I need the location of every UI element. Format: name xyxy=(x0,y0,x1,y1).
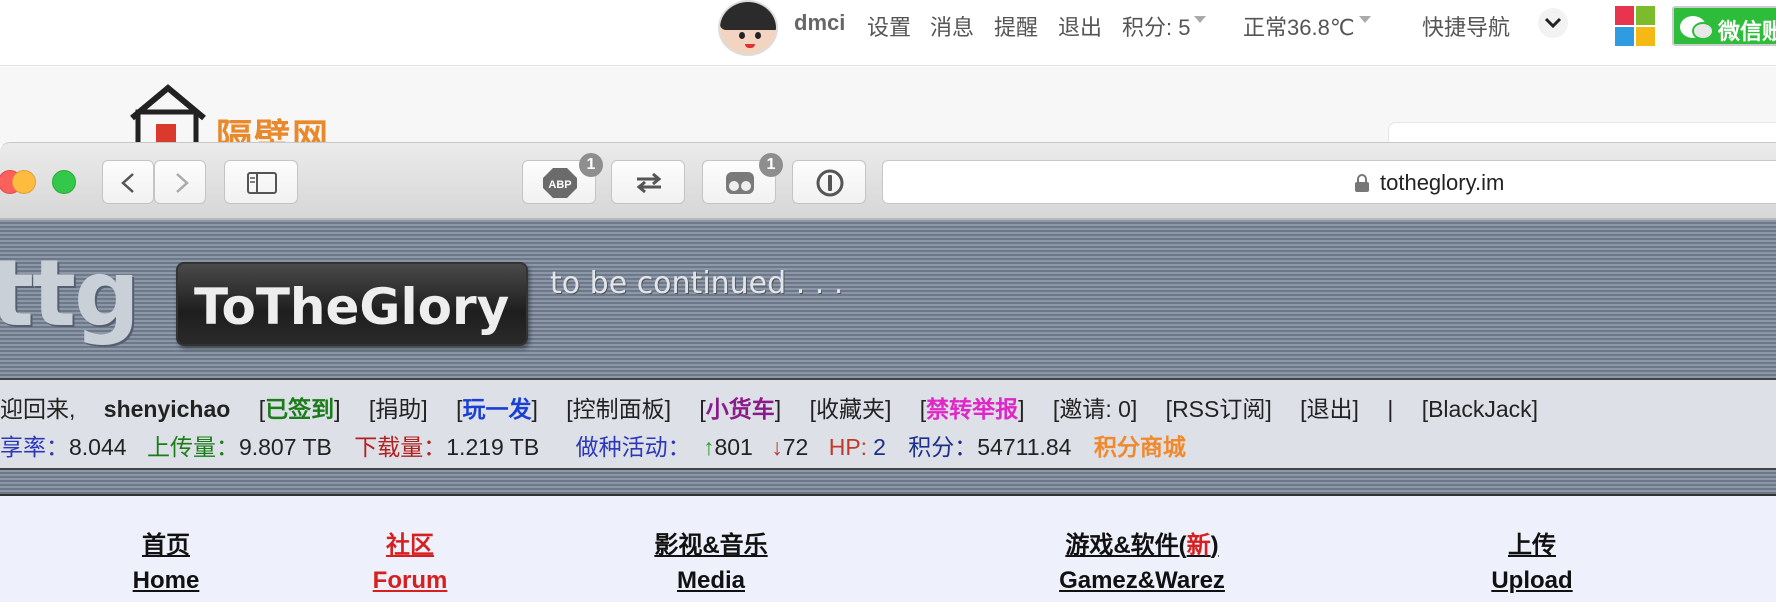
adblock-count-badge: 1 xyxy=(579,153,603,177)
user-links-row: 迎回来, shenyichao [已签到] [捐助] [玩一发] [控制面板] … xyxy=(0,390,1538,424)
sidebar-icon xyxy=(247,172,277,194)
nav-media-en: Media xyxy=(676,567,745,594)
play-link[interactable]: [玩一发] xyxy=(456,390,538,424)
ttg-logo-letters[interactable]: ttg xyxy=(0,244,138,348)
dropdown-arrow-icon xyxy=(1194,16,1207,23)
nav-forum-cn: 社区 xyxy=(385,532,434,559)
windows-logo-icon[interactable] xyxy=(1615,6,1655,46)
outer-site-logo-text: 隔壁网 xyxy=(216,116,331,146)
hp-value: 2 xyxy=(873,434,886,460)
forward-button[interactable] xyxy=(154,160,206,204)
nav-forum[interactable]: 社区 Forum xyxy=(373,528,448,598)
seeding-down-arrow-icon: ↓ xyxy=(771,434,783,460)
banner-bottom-stripe xyxy=(0,470,1776,496)
signed-in-link[interactable]: [已签到] xyxy=(259,390,341,424)
status-label: 正常36.8℃ xyxy=(1243,15,1355,40)
new-badge: 新 xyxy=(1186,532,1211,559)
address-bar[interactable]: totheglory.im xyxy=(882,160,1776,204)
minimize-window-button[interactable] xyxy=(12,170,36,194)
site-logo-text: ToTheGlory xyxy=(194,278,510,336)
wechat-label: 微信账 xyxy=(1718,19,1776,44)
status-dropdown[interactable]: 正常36.8℃ xyxy=(1243,10,1371,42)
current-username[interactable]: shenyichao xyxy=(104,396,231,423)
favorites-link[interactable]: [收藏夹] xyxy=(810,390,892,424)
logout-link[interactable]: 退出 xyxy=(1058,10,1102,42)
messages-link[interactable]: 消息 xyxy=(930,10,974,42)
site-tagline: to be continued . . . xyxy=(550,266,844,301)
nav-media-cn: 影视&音乐 xyxy=(654,532,768,559)
nav-gamez-cn: 游戏&软件(新) xyxy=(1065,532,1219,559)
user-avatar[interactable] xyxy=(718,0,778,56)
points-label: 积分: 5 xyxy=(1122,15,1191,40)
back-button[interactable] xyxy=(102,160,154,204)
nav-home-en: Home xyxy=(132,567,200,594)
chevron-down-icon[interactable] xyxy=(1538,8,1568,38)
username-link[interactable]: dmci xyxy=(794,10,845,36)
house-logo-icon xyxy=(130,84,206,144)
download-value: 1.219 TB xyxy=(446,434,540,460)
seeding-down-count[interactable]: 72 xyxy=(783,434,809,461)
nav-media[interactable]: 影视&音乐 Media xyxy=(654,528,767,598)
chevron-left-icon xyxy=(121,173,134,193)
dropdown-arrow-icon xyxy=(1358,16,1371,23)
maximize-window-button[interactable] xyxy=(52,170,76,194)
ghost-icon xyxy=(726,172,754,194)
logout-link-info[interactable]: [退出] xyxy=(1300,390,1359,424)
cart-link[interactable]: [小货车] xyxy=(699,390,781,424)
control-panel-link[interactable]: [控制面板] xyxy=(566,390,671,424)
donate-link[interactable]: [捐助] xyxy=(369,390,428,424)
invites-link[interactable]: [邀请: 0] xyxy=(1053,390,1137,424)
ratio-value: 8.044 xyxy=(69,434,127,460)
separator: | xyxy=(1387,396,1394,422)
nav-upload[interactable]: 上传 Upload xyxy=(1491,528,1572,598)
settings-link[interactable]: 设置 xyxy=(867,10,911,42)
seeding-up-count[interactable]: 801 xyxy=(714,434,752,461)
seeding-label: 做种活动： xyxy=(575,434,691,460)
adblock-octagon-icon: ABP xyxy=(543,168,577,198)
points-dropdown[interactable]: 积分: 5 xyxy=(1122,10,1207,42)
rss-link[interactable]: [RSS订阅] xyxy=(1166,390,1272,424)
ratio-label: 享率： xyxy=(0,434,69,460)
reminders-link[interactable]: 提醒 xyxy=(994,10,1038,42)
swap-arrows-icon xyxy=(636,172,662,194)
points-shop-link[interactable]: 积分商城 xyxy=(1094,428,1186,462)
hp-label: HP: xyxy=(828,434,868,460)
user-stats-row: 享率：8.044 上传量：9.807 TB 下载量：1.219 TB 做种活动：… xyxy=(0,428,1186,462)
lock-icon xyxy=(1355,174,1369,192)
nav-upload-cn: 上传 xyxy=(1507,532,1556,559)
report-link[interactable]: [禁转举报] xyxy=(920,390,1025,424)
nav-home-cn: 首页 xyxy=(142,532,190,559)
share-swap-button[interactable] xyxy=(611,160,685,204)
svg-text:ABP: ABP xyxy=(548,179,571,191)
1password-icon xyxy=(816,169,844,197)
seeding-up-arrow-icon: ↑ xyxy=(702,434,715,460)
password-manager-button[interactable] xyxy=(792,160,866,204)
upload-label: 上传量： xyxy=(146,434,239,460)
nav-upload-en: Upload xyxy=(1491,567,1573,594)
site-logo[interactable]: ToTheGlory xyxy=(176,262,528,346)
url-text: totheglory.im xyxy=(1380,170,1505,195)
nav-home[interactable]: 首页 Home xyxy=(133,528,200,598)
blackjack-link[interactable]: [BlackJack] xyxy=(1422,396,1538,423)
nav-gamez-en: Gamez&Warez xyxy=(1059,567,1225,594)
quicknav-link[interactable]: 快捷导航 xyxy=(1422,10,1510,42)
nav-gamez-warez[interactable]: 游戏&软件(新) Gamez&Warez xyxy=(1059,528,1225,598)
welcome-text: 迎回来, xyxy=(0,396,76,422)
wechat-login-button[interactable]: 微信账 xyxy=(1672,6,1776,46)
upload-value: 9.807 TB xyxy=(238,434,332,460)
ghostery-count-badge: 1 xyxy=(759,153,783,177)
download-label: 下载量： xyxy=(354,434,447,460)
chevron-right-icon xyxy=(176,173,189,193)
points-stat-label: 积分： xyxy=(908,434,978,460)
nav-forum-en: Forum xyxy=(372,567,448,594)
sidebar-toggle-button[interactable] xyxy=(224,160,298,204)
points-stat-value: 54711.84 xyxy=(977,434,1072,460)
